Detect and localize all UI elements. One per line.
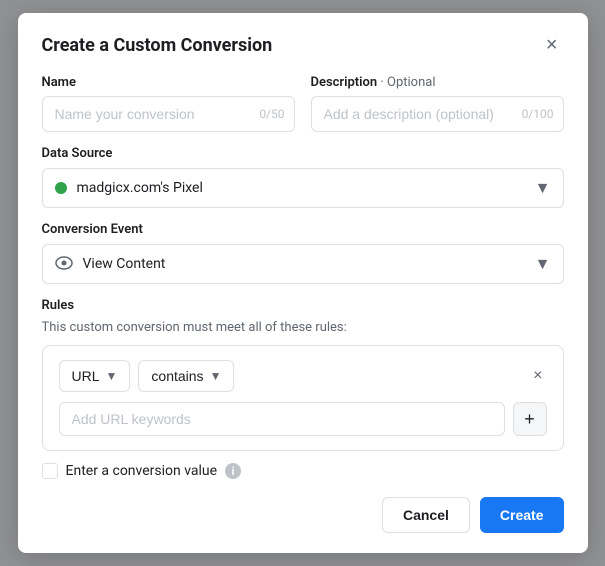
url-input-row: + [59, 402, 547, 436]
conversion-value-checkbox[interactable] [42, 463, 58, 479]
description-input-wrapper: 0/100 [311, 96, 564, 132]
data-source-section: Data Source madgicx.com's Pixel ▼ [42, 146, 564, 208]
data-source-select[interactable]: madgicx.com's Pixel ▼ [42, 168, 564, 208]
rules-box: URL ▼ contains ▼ × + [42, 345, 564, 451]
modal: Create a Custom Conversion × Name 0/50 D… [18, 13, 588, 553]
rules-label: Rules [42, 298, 564, 313]
contains-chevron-icon: ▼ [210, 369, 222, 383]
url-chevron-icon: ▼ [106, 369, 118, 383]
conversion-event-select[interactable]: View Content ▼ [42, 244, 564, 284]
contains-dropdown[interactable]: contains ▼ [138, 360, 234, 392]
url-dropdown[interactable]: URL ▼ [59, 360, 131, 392]
data-source-chevron-icon: ▼ [535, 178, 551, 198]
url-keywords-input[interactable] [59, 402, 505, 436]
description-optional: · Optional [380, 75, 435, 90]
conversion-event-label: Conversion Event [42, 222, 564, 237]
modal-header: Create a Custom Conversion × [42, 33, 564, 57]
description-char-count: 0/100 [522, 107, 554, 121]
pixel-status-dot [55, 182, 67, 194]
name-char-count: 0/50 [259, 107, 284, 121]
eye-icon [55, 255, 73, 274]
conversion-event-section: Conversion Event View Content ▼ [42, 222, 564, 284]
name-input[interactable] [42, 96, 295, 132]
data-source-label: Data Source [42, 146, 564, 161]
cancel-button[interactable]: Cancel [382, 497, 470, 533]
url-label: URL [72, 368, 100, 384]
rules-controls-row: URL ▼ contains ▼ × [59, 360, 547, 392]
data-source-value: madgicx.com's Pixel [77, 180, 535, 196]
description-label: Description · Optional [311, 75, 564, 90]
conversion-event-value: View Content [83, 256, 535, 272]
rules-close-button[interactable]: × [529, 363, 546, 389]
name-group: Name 0/50 [42, 75, 295, 132]
add-keyword-button[interactable]: + [513, 402, 547, 436]
modal-title: Create a Custom Conversion [42, 35, 273, 56]
conversion-value-row: Enter a conversion value i [42, 463, 564, 479]
name-label: Name [42, 75, 295, 90]
name-description-row: Name 0/50 Description · Optional 0/100 [42, 75, 564, 132]
close-button[interactable]: × [540, 33, 564, 57]
modal-footer: Cancel Create [42, 497, 564, 533]
info-icon[interactable]: i [225, 463, 241, 479]
conversion-event-chevron-icon: ▼ [535, 254, 551, 274]
modal-overlay: Create a Custom Conversion × Name 0/50 D… [0, 0, 605, 566]
description-group: Description · Optional 0/100 [311, 75, 564, 132]
contains-label: contains [151, 368, 203, 384]
create-button[interactable]: Create [480, 497, 564, 533]
conversion-value-label: Enter a conversion value [66, 463, 218, 479]
rules-section: Rules This custom conversion must meet a… [42, 298, 564, 479]
rules-description: This custom conversion must meet all of … [42, 320, 564, 335]
name-input-wrapper: 0/50 [42, 96, 295, 132]
